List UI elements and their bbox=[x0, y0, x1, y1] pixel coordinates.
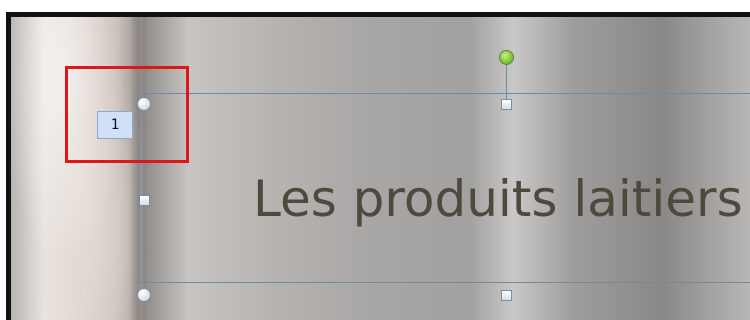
resize-handle-left-icon[interactable] bbox=[139, 195, 150, 206]
highlight-annotation bbox=[65, 66, 189, 163]
rotation-handle-icon[interactable] bbox=[499, 50, 514, 65]
resize-handle-top-icon[interactable] bbox=[501, 99, 512, 110]
resize-handle-bottom-left-icon[interactable] bbox=[137, 288, 151, 302]
slide-title[interactable]: Les produits laitiers bbox=[253, 170, 743, 228]
background-photo bbox=[11, 17, 143, 320]
rotation-connector bbox=[506, 64, 507, 100]
resize-handle-bottom-icon[interactable] bbox=[501, 290, 512, 301]
